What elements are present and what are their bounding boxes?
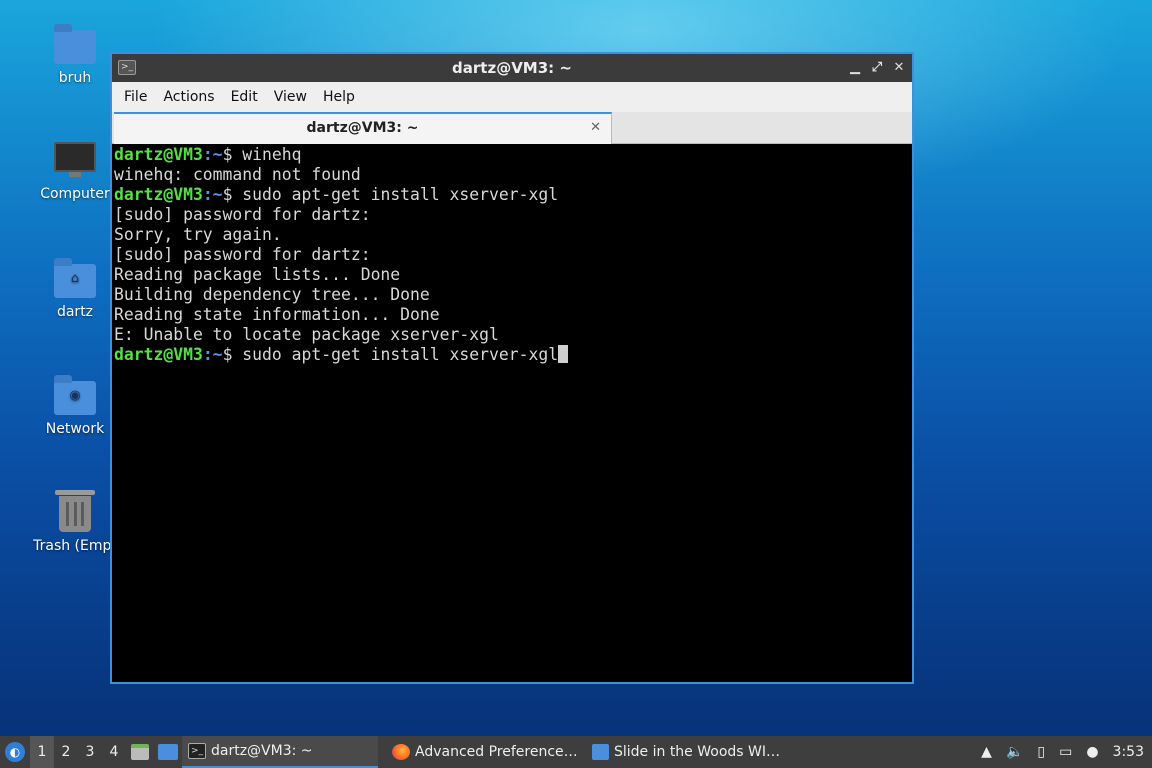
terminal-line: Reading state information... Done [114,305,440,324]
terminal-line: Reading package lists... Done [114,265,401,284]
volume-icon[interactable]: 🔈 [1006,744,1023,760]
computer-icon [53,138,97,182]
terminal-line: winehq: command not found [114,165,361,184]
terminal-line: dartz@VM3:~$ sudo apt-get install xserve… [114,345,910,365]
terminal-line: dartz@VM3:~$ sudo apt-get install xserve… [114,185,910,205]
terminal-line: Building dependency tree... Done [114,285,430,304]
quicklaunch-folder-button[interactable] [154,736,182,768]
prompt-user: dartz@VM3 [114,185,203,204]
home-folder-icon: ⌂ [53,256,97,300]
folder-icon [158,744,178,760]
lubuntu-logo-icon: ◐ [5,742,25,762]
menu-bar: File Actions Edit View Help [112,82,912,112]
clipboard-icon[interactable]: ▯ [1037,744,1045,760]
task-label: dartz@VM3: ~ [211,743,313,759]
window-title: dartz@VM3: ~ [452,59,572,77]
prompt-path: :~ [202,345,223,364]
prompt-path: :~ [202,145,223,164]
menu-view[interactable]: View [266,89,315,105]
workspace-2[interactable]: 2 [54,736,78,768]
folder-icon [592,744,609,760]
terminal-window[interactable]: >_ dartz@VM3: ~ ▁ ⤢ ✕ File Actions Edit … [110,52,914,684]
tab-terminal[interactable]: dartz@VM3: ~ ✕ [114,112,612,144]
prompt-path: :~ [202,185,223,204]
task-terminal[interactable]: >_ dartz@VM3: ~ [182,736,378,768]
task-label: Slide in the Woods WI… [613,744,780,760]
taskbar: ◐ 1 2 3 4 >_ dartz@VM3: ~ Advanced Prefe… [0,736,1152,768]
tab-close-icon[interactable]: ✕ [590,114,601,142]
terminal-line: E: Unable to locate package xserver-xgl [114,325,499,344]
tab-bar: dartz@VM3: ~ ✕ [112,112,912,144]
network-icon: ◉ [53,373,97,417]
terminal-line: [sudo] password for dartz: [114,205,371,224]
workspace-3[interactable]: 3 [78,736,102,768]
text-cursor [558,345,569,363]
trash-icon [53,490,97,534]
terminal-line: dartz@VM3:~$ winehq [114,145,910,165]
workspace-4[interactable]: 4 [102,736,126,768]
terminal-icon: >_ [188,743,206,759]
menu-actions[interactable]: Actions [155,89,222,105]
prompt-command: $ sudo apt-get install xserver-xgl [222,345,559,364]
firefox-icon [392,744,410,760]
window-titlebar[interactable]: >_ dartz@VM3: ~ ▁ ⤢ ✕ [112,54,912,82]
tray-up-icon[interactable]: ▲ [981,744,992,760]
show-desktop-button[interactable] [126,736,154,768]
folder-icon [53,22,97,66]
terminal-output[interactable]: dartz@VM3:~$ winehq winehq: command not f… [112,144,912,366]
terminal-line: [sudo] password for dartz: [114,245,371,264]
menu-file[interactable]: File [116,89,155,105]
prompt-user: dartz@VM3 [114,145,203,164]
clock[interactable]: 3:53 [1113,744,1144,760]
task-label: Advanced Preference… [415,744,578,760]
tab-label: dartz@VM3: ~ [306,120,419,136]
prompt-command: $ sudo apt-get install xserver-xgl [222,185,559,204]
prompt-command: $ winehq [222,145,302,164]
terminal-icon: >_ [118,60,136,75]
workspace-1[interactable]: 1 [30,736,54,768]
start-menu-button[interactable]: ◐ [0,736,30,768]
window-controls: ▁ ⤢ ✕ [848,54,906,82]
notification-icon[interactable]: ● [1086,744,1098,760]
menu-help[interactable]: Help [315,89,363,105]
minimize-button[interactable]: ▁ [848,54,862,82]
menu-edit[interactable]: Edit [223,89,266,105]
system-tray: ▲ 🔈 ▯ ▭ ● 3:53 [974,736,1152,768]
task-folder[interactable]: Slide in the Woods WI… [586,736,786,768]
close-button[interactable]: ✕ [892,54,906,82]
file-manager-icon [131,744,149,760]
task-firefox[interactable]: Advanced Preference… [386,736,586,768]
prompt-user: dartz@VM3 [114,345,203,364]
network-status-icon[interactable]: ▭ [1059,744,1072,760]
maximize-button[interactable]: ⤢ [870,54,884,82]
terminal-line: Sorry, try again. [114,225,282,244]
